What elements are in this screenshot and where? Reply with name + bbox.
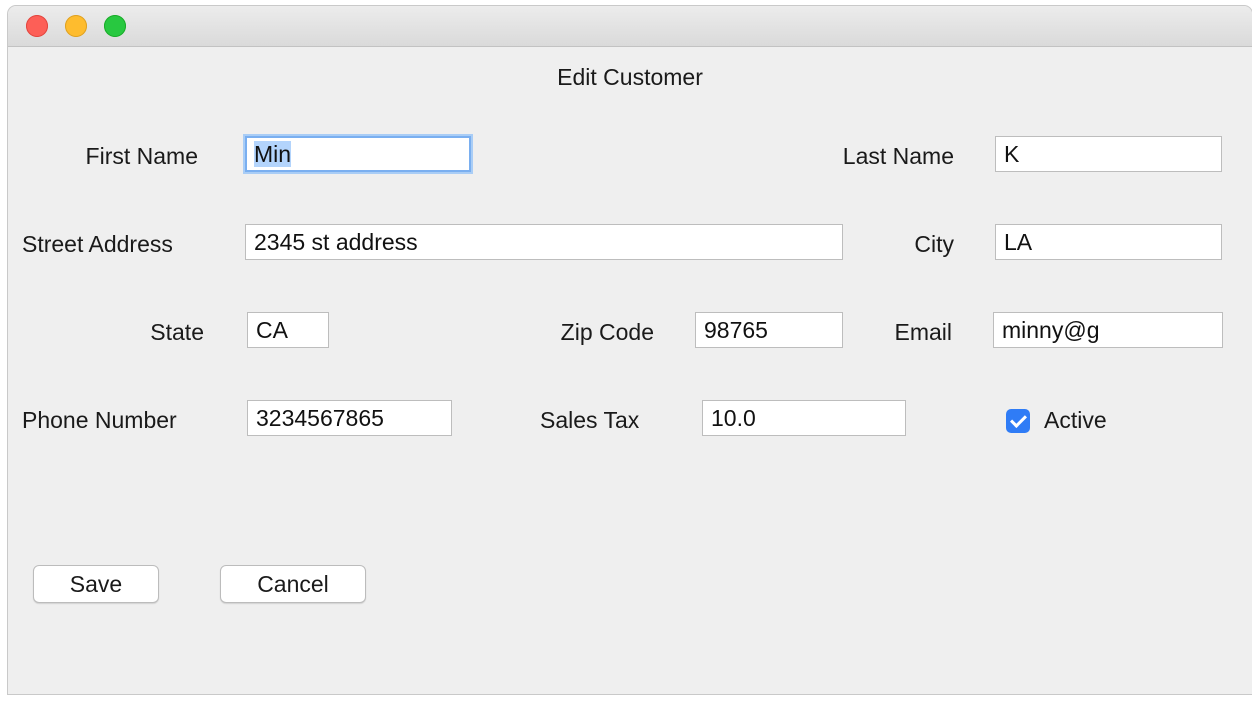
phone-number-label: Phone Number: [22, 407, 177, 433]
sales-tax-label: Sales Tax: [540, 407, 640, 433]
phone-number-field[interactable]: 3234567865: [247, 400, 452, 436]
zip-code-label: Zip Code: [560, 319, 654, 345]
sales-tax-field[interactable]: 10.0: [702, 400, 906, 436]
minimize-window-button[interactable]: [65, 15, 87, 37]
active-label[interactable]: Active: [1044, 406, 1107, 434]
active-checkbox[interactable]: [1006, 409, 1030, 433]
city-label: City: [914, 231, 954, 257]
email-label: Email: [894, 319, 952, 345]
email-field[interactable]: minny@g: [993, 312, 1223, 348]
first-name-value: Min: [254, 141, 292, 167]
save-button[interactable]: Save: [33, 565, 159, 603]
first-name-field[interactable]: Min: [245, 136, 471, 172]
close-window-button[interactable]: [26, 15, 48, 37]
zoom-window-button[interactable]: [104, 15, 126, 37]
last-name-field[interactable]: K: [995, 136, 1222, 172]
dialog-title: Edit Customer: [557, 64, 703, 90]
state-label: State: [150, 319, 204, 345]
last-name-label: Last Name: [842, 143, 954, 169]
city-field[interactable]: LA: [995, 224, 1222, 260]
state-field[interactable]: CA: [247, 312, 329, 348]
edit-customer-window: Edit Customer First Name Min Last Name K…: [8, 6, 1252, 694]
street-address-field[interactable]: 2345 st address: [245, 224, 843, 260]
title-bar[interactable]: [8, 6, 1252, 47]
first-name-label: First Name: [85, 143, 198, 169]
street-address-label: Street Address: [22, 231, 173, 257]
cancel-button[interactable]: Cancel: [220, 565, 366, 603]
zip-code-field[interactable]: 98765: [695, 312, 843, 348]
